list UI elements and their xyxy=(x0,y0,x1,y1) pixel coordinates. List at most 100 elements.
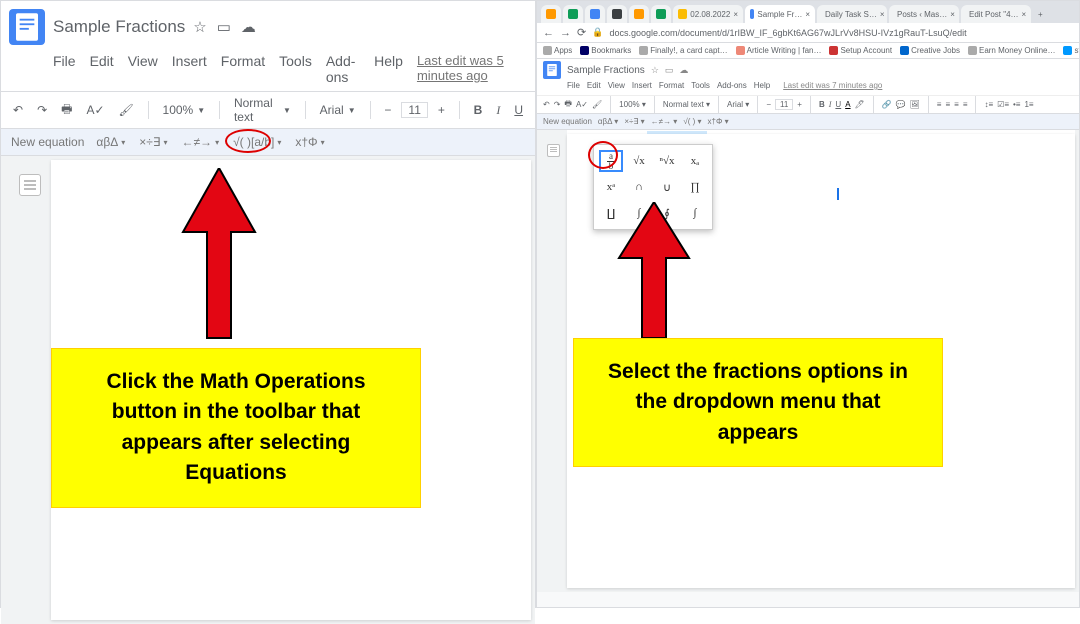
align-left-icon[interactable]: ≡ xyxy=(937,100,942,109)
menu-view[interactable]: View xyxy=(128,53,158,85)
eq-greek-dropdown[interactable]: αβΔ ▾ xyxy=(598,117,618,126)
star-icon[interactable]: ☆ xyxy=(193,18,206,36)
align-right-icon[interactable]: ≡ xyxy=(954,100,959,109)
paint-format-icon[interactable]: 🖌 xyxy=(592,100,602,109)
menu-view[interactable]: View xyxy=(608,81,625,90)
numbered-list-icon[interactable]: 1≡ xyxy=(1024,100,1033,109)
tab-item[interactable] xyxy=(563,5,583,23)
menu-edit[interactable]: Edit xyxy=(587,81,601,90)
font-increase-button[interactable]: + xyxy=(797,100,802,109)
style-dropdown[interactable]: Normal text▼ xyxy=(230,96,295,124)
cloud-icon[interactable]: ☁ xyxy=(679,65,688,76)
undo-icon[interactable]: ↶ xyxy=(9,101,27,119)
menu-file[interactable]: File xyxy=(567,81,580,90)
math-option[interactable]: ∩ xyxy=(628,177,650,197)
eq-math-ops-dropdown[interactable]: √( )[a/b]▾ xyxy=(231,135,283,149)
align-center-icon[interactable]: ≡ xyxy=(945,100,950,109)
link-icon[interactable]: 🔗 xyxy=(882,100,892,109)
menu-tools[interactable]: Tools xyxy=(691,81,710,90)
eq-relations-dropdown[interactable]: ←≠→ ▾ xyxy=(651,117,678,126)
text-color-button[interactable]: A xyxy=(845,100,850,109)
doc-title[interactable]: Sample Fractions xyxy=(567,65,645,76)
italic-button[interactable]: I xyxy=(492,101,504,120)
image-icon[interactable]: 🖼 xyxy=(910,100,920,109)
menu-format[interactable]: Format xyxy=(221,53,265,85)
star-icon[interactable]: ☆ xyxy=(651,65,659,76)
docs-logo-icon[interactable] xyxy=(543,61,561,79)
menu-help[interactable]: Help xyxy=(754,81,770,90)
align-justify-icon[interactable]: ≡ xyxy=(963,100,968,109)
menu-tools[interactable]: Tools xyxy=(279,53,312,85)
math-option[interactable]: ∪ xyxy=(656,177,678,197)
bookmark-item[interactable]: Earn Money Online… xyxy=(968,46,1055,55)
paint-format-icon[interactable]: 🖌 xyxy=(115,101,138,119)
font-decrease-button[interactable]: − xyxy=(766,100,771,109)
bookmark-item[interactable]: Finally!, a card capt… xyxy=(639,46,727,55)
print-icon[interactable]: 🖶 xyxy=(564,98,572,112)
menu-insert[interactable]: Insert xyxy=(632,81,652,90)
last-edit-label[interactable]: Last edit was 7 minutes ago xyxy=(783,81,882,90)
math-option[interactable]: ⁿ√x xyxy=(656,151,678,171)
tab-item-active[interactable]: Sample Fr…× xyxy=(745,5,815,23)
bookmark-item[interactable]: Article Writing | fan… xyxy=(736,46,822,55)
font-size[interactable]: 11 xyxy=(401,102,427,118)
eq-arrows-dropdown[interactable]: x†Φ▾ xyxy=(293,135,326,149)
font-dropdown[interactable]: Arial▼ xyxy=(316,103,360,117)
tab-item[interactable] xyxy=(629,5,649,23)
font-size[interactable]: 11 xyxy=(775,99,793,110)
redo-icon[interactable]: ↷ xyxy=(554,100,561,109)
tab-item[interactable]: Posts ‹ Mas…× xyxy=(889,5,959,23)
bulleted-list-icon[interactable]: •≡ xyxy=(1013,100,1020,109)
math-option[interactable]: xₐ xyxy=(684,151,706,171)
new-equation-label[interactable]: New equation xyxy=(11,135,84,149)
zoom-dropdown[interactable]: 100%▼ xyxy=(159,103,210,117)
outline-icon[interactable] xyxy=(19,174,41,196)
tab-item[interactable] xyxy=(651,5,671,23)
reload-button[interactable]: ⟳ xyxy=(577,26,586,39)
menu-format[interactable]: Format xyxy=(659,81,684,90)
eq-math-ops-dropdown[interactable]: √( ) ▾ xyxy=(683,117,701,126)
eq-greek-dropdown[interactable]: αβΔ▾ xyxy=(94,135,127,149)
spellcheck-icon[interactable]: A✓ xyxy=(82,101,108,119)
underline-button[interactable]: U xyxy=(835,100,841,109)
tab-item[interactable]: Edit Post "4…× xyxy=(961,5,1031,23)
underline-button[interactable]: U xyxy=(510,101,527,119)
undo-icon[interactable]: ↶ xyxy=(543,100,550,109)
fraction-option[interactable]: a b xyxy=(600,151,622,171)
bookmark-item[interactable]: Creative Jobs xyxy=(900,46,960,55)
new-tab-button[interactable]: + xyxy=(1033,5,1049,23)
font-decrease-button[interactable]: − xyxy=(380,101,395,119)
last-edit-label[interactable]: Last edit was 5 minutes ago xyxy=(417,53,523,85)
eq-arrows-dropdown[interactable]: x†Φ ▾ xyxy=(708,117,729,126)
bookmark-item[interactable]: stiforP xyxy=(1063,46,1079,55)
eq-ops-dropdown[interactable]: ×÷∃▾ xyxy=(137,135,169,149)
bookmark-item[interactable]: Bookmarks xyxy=(580,46,631,55)
bold-button[interactable]: B xyxy=(819,100,825,109)
menu-addons[interactable]: Add-ons xyxy=(326,53,360,85)
bookmark-item[interactable]: Setup Account xyxy=(829,46,892,55)
move-icon[interactable]: ▭ xyxy=(217,18,231,36)
forward-button[interactable]: → xyxy=(560,27,571,39)
outline-icon[interactable] xyxy=(547,144,560,157)
bold-button[interactable]: B xyxy=(470,101,487,119)
tab-item[interactable]: 02.08.2022× xyxy=(673,5,743,23)
new-equation-label[interactable]: New equation xyxy=(543,117,592,126)
cloud-icon[interactable]: ☁ xyxy=(241,18,256,36)
apps-button[interactable]: Apps xyxy=(543,46,572,55)
print-icon[interactable]: 🖶 xyxy=(57,98,76,123)
tab-item[interactable] xyxy=(585,5,605,23)
menu-addons[interactable]: Add-ons xyxy=(717,81,747,90)
checklist-icon[interactable]: ☑≡ xyxy=(997,100,1009,109)
doc-title[interactable]: Sample Fractions xyxy=(53,17,185,37)
docs-logo-icon[interactable] xyxy=(9,9,45,45)
math-option[interactable]: √x xyxy=(628,151,650,171)
back-button[interactable]: ← xyxy=(543,27,554,39)
comment-icon[interactable]: 💬 xyxy=(896,100,906,109)
tab-item[interactable] xyxy=(541,5,561,23)
menu-insert[interactable]: Insert xyxy=(172,53,207,85)
tab-item[interactable]: Daily Task S…× xyxy=(817,5,887,23)
move-icon[interactable]: ▭ xyxy=(665,65,674,76)
highlight-button[interactable]: 🖊 xyxy=(855,100,865,109)
zoom-dropdown[interactable]: 100% ▾ xyxy=(619,100,646,109)
math-option[interactable]: xᵃ xyxy=(600,177,622,197)
